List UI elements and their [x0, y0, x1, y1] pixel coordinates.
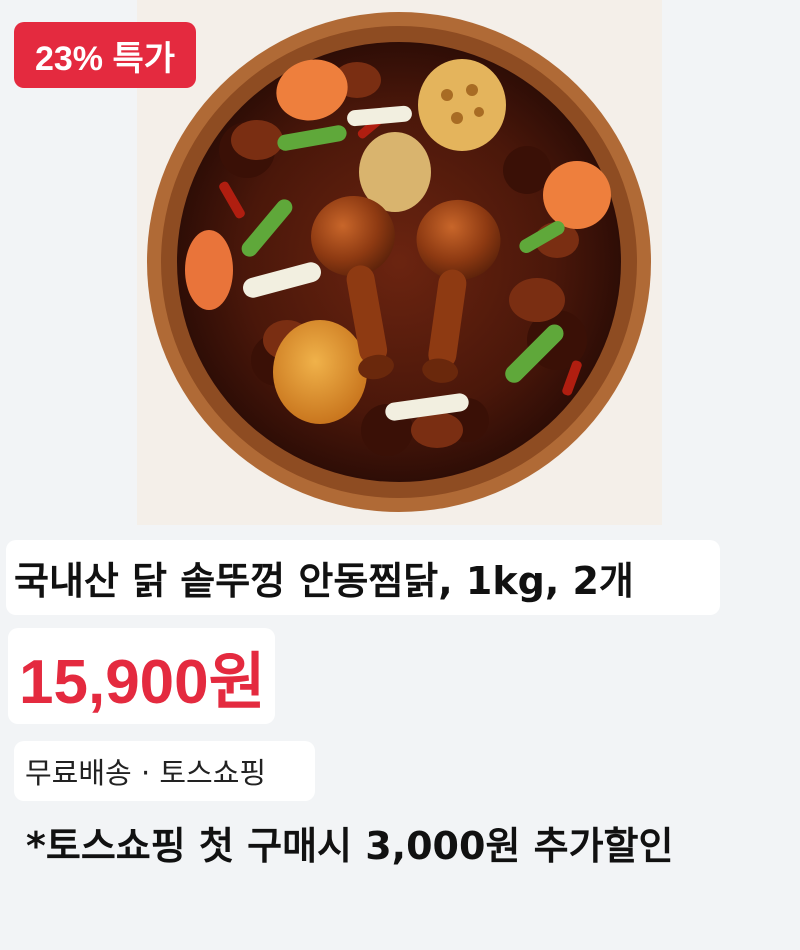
shipping-info-card: 무료배송 · 토스쇼핑 — [14, 741, 315, 801]
promo-notice: *토스쇼핑 첫 구매시 3,000원 추가할인 — [26, 823, 674, 868]
jjimdak-dish-image — [137, 0, 662, 525]
shipping-info: 무료배송 · 토스쇼핑 — [25, 756, 267, 790]
product-title-card[interactable]: 국내산 닭 솥뚜껑 안동찜닭, 1kg, 2개 — [6, 540, 720, 615]
price-card: 15,900원 — [8, 628, 275, 724]
product-title: 국내산 닭 솥뚜껑 안동찜닭, 1kg, 2개 — [14, 559, 634, 603]
discount-badge: 23% 특가 — [14, 22, 196, 88]
product-image[interactable] — [137, 0, 662, 525]
discount-badge-label: 23% 특가 — [34, 39, 176, 78]
product-price: 15,900원 — [19, 648, 266, 717]
